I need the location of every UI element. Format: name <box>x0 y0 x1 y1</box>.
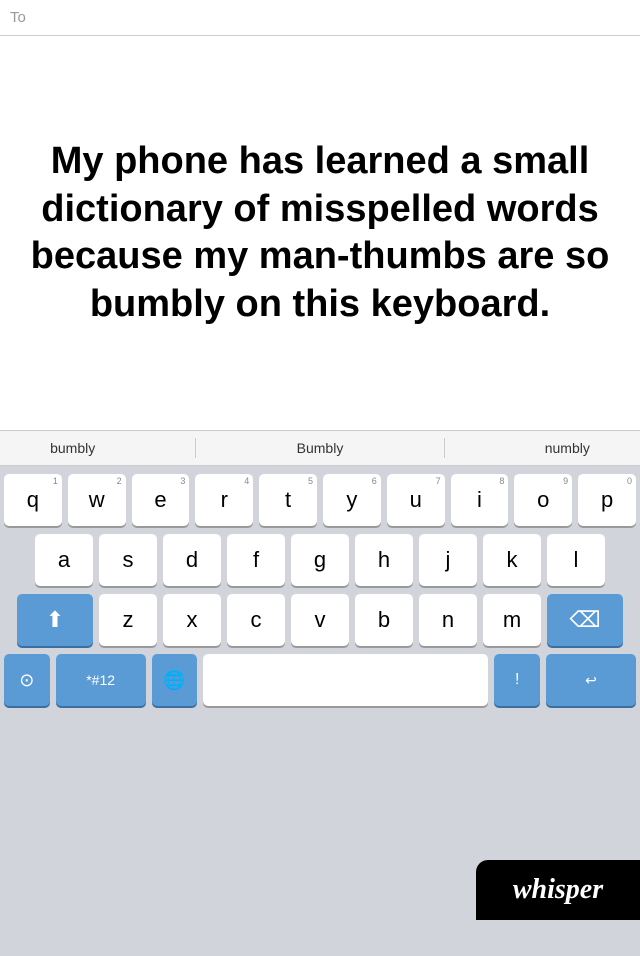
key-camera[interactable]: ⊙ <box>4 654 50 706</box>
num-hint-6: 6 <box>372 476 377 486</box>
num-switch-label: *#12 <box>86 672 115 688</box>
key-l[interactable]: l <box>547 534 605 586</box>
key-z[interactable]: z <box>99 594 157 646</box>
suggestion-2[interactable]: Bumbly <box>297 440 344 456</box>
key-i[interactable]: 8 i <box>451 474 509 526</box>
divider-1 <box>195 438 196 458</box>
whisper-label: whisper <box>513 874 603 906</box>
message-area: To My phone has learned a small dictiona… <box>0 0 640 430</box>
key-exclamation[interactable]: ! <box>494 654 540 706</box>
key-v[interactable]: v <box>291 594 349 646</box>
key-o[interactable]: 9 o <box>514 474 572 526</box>
num-hint-9: 9 <box>563 476 568 486</box>
whisper-badge: whisper <box>476 860 640 920</box>
key-m[interactable]: m <box>483 594 541 646</box>
key-g[interactable]: g <box>291 534 349 586</box>
key-r[interactable]: 4 r <box>195 474 253 526</box>
key-d[interactable]: d <box>163 534 221 586</box>
num-hint-5: 5 <box>308 476 313 486</box>
key-e[interactable]: 3 e <box>132 474 190 526</box>
key-backspace[interactable]: ⌫ <box>547 594 623 646</box>
key-b[interactable]: b <box>355 594 413 646</box>
message-text: My phone has learned a small dictionary … <box>30 138 610 328</box>
key-u[interactable]: 7 u <box>387 474 445 526</box>
key-num-switch[interactable]: *#12 <box>56 654 146 706</box>
main-text-area: My phone has learned a small dictionary … <box>0 36 640 430</box>
key-p[interactable]: 0 p <box>578 474 636 526</box>
key-c[interactable]: c <box>227 594 285 646</box>
keyboard-row-2: a s d f g h j k l <box>4 534 636 586</box>
key-t[interactable]: 5 t <box>259 474 317 526</box>
key-h[interactable]: h <box>355 534 413 586</box>
key-globe[interactable]: 🌐 <box>152 654 198 706</box>
key-a[interactable]: a <box>35 534 93 586</box>
key-y[interactable]: 6 y <box>323 474 381 526</box>
key-f[interactable]: f <box>227 534 285 586</box>
key-return[interactable]: ↩ <box>546 654 636 706</box>
num-hint-7: 7 <box>436 476 441 486</box>
key-s[interactable]: s <box>99 534 157 586</box>
suggestion-1[interactable]: bumbly <box>50 440 95 456</box>
key-k[interactable]: k <box>483 534 541 586</box>
key-spacebar[interactable] <box>203 654 488 706</box>
suggestion-3[interactable]: numbly <box>545 440 590 456</box>
num-hint-3: 3 <box>180 476 185 486</box>
key-w[interactable]: 2 w <box>68 474 126 526</box>
to-bar: To <box>0 0 640 36</box>
num-hint-8: 8 <box>499 476 504 486</box>
key-j[interactable]: j <box>419 534 477 586</box>
key-x[interactable]: x <box>163 594 221 646</box>
keyboard-row-1: 1 q 2 w 3 e 4 r 5 t 6 y 7 u 8 i <box>4 474 636 526</box>
num-hint-4: 4 <box>244 476 249 486</box>
key-shift[interactable]: ⬆ <box>17 594 93 646</box>
key-q[interactable]: 1 q <box>4 474 62 526</box>
to-label: To <box>10 9 26 26</box>
suggestion-bar: bumbly Bumbly numbly <box>0 430 640 466</box>
divider-2 <box>444 438 445 458</box>
key-n[interactable]: n <box>419 594 477 646</box>
num-hint-1: 1 <box>53 476 58 486</box>
keyboard-row-3: ⬆ z x c v b n m ⌫ <box>4 594 636 646</box>
num-hint-2: 2 <box>117 476 122 486</box>
keyboard-row-4: ⊙ *#12 🌐 ! ↩ <box>4 654 636 706</box>
num-hint-0: 0 <box>627 476 632 486</box>
